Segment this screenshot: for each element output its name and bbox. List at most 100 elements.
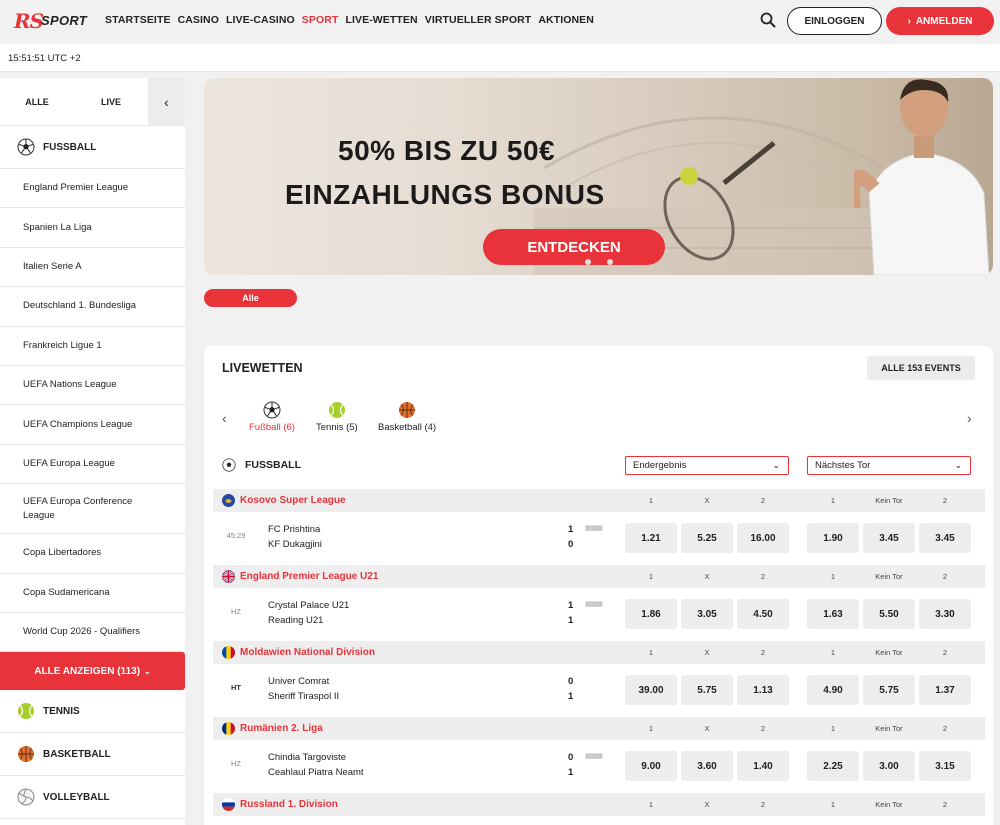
chevron-right-icon: › xyxy=(907,15,911,27)
odds-button[interactable]: 4.50 xyxy=(737,599,789,629)
sidebar-league[interactable]: UEFA Nations League xyxy=(0,366,185,406)
home-team: Chindia Targoviste xyxy=(268,752,346,763)
show-all-button[interactable]: ALLE ANZEIGEN (113) ⌄ xyxy=(0,652,185,691)
sidebar-league[interactable]: Italien Serie A xyxy=(0,248,185,288)
register-button[interactable]: › ANMELDEN xyxy=(886,7,994,35)
nav-casino[interactable]: CASINO xyxy=(178,14,219,26)
login-button[interactable]: EINLOGGEN xyxy=(787,7,882,35)
sport-tab-tennis[interactable]: Tennis (5) xyxy=(316,401,358,433)
stats-icon[interactable]: ▦▦▦ xyxy=(585,600,603,608)
match-row[interactable]: 45:29 FC Prishtina KF Dukagjini 1 0 ▦▦▦ 1.… xyxy=(213,513,985,563)
logo[interactable]: RS SPORT xyxy=(14,9,87,33)
away-team: Sheriff Tiraspol II xyxy=(268,691,340,702)
search-icon[interactable] xyxy=(760,12,776,28)
odds-button[interactable]: 3.60 xyxy=(681,751,733,781)
nav-startseite[interactable]: STARTSEITE xyxy=(105,14,171,26)
odds-button[interactable]: 39.00 xyxy=(625,675,677,705)
collapse-sidebar-button[interactable]: ‹ xyxy=(148,78,185,125)
match-row[interactable]: HZ Crystal Palace U21 Reading U21 1 1 ▦▦▦… xyxy=(213,589,985,639)
sidebar-league[interactable]: World Cup 2026 - Qualifiers xyxy=(0,613,185,653)
banner-headline: 50% BIS ZU 50€ xyxy=(338,135,556,166)
match-time: 45:29 xyxy=(226,531,246,540)
nav-aktionen[interactable]: AKTIONEN xyxy=(538,14,594,26)
odds-button[interactable]: 5.25 xyxy=(681,523,733,553)
tennis-icon xyxy=(328,402,345,418)
uk-flag xyxy=(222,570,235,583)
odds-column-header: Kein Tor xyxy=(875,648,903,657)
stats-icon[interactable]: ▦▦▦ xyxy=(585,752,603,760)
odds-button[interactable]: 5.50 xyxy=(863,599,915,629)
sport-tab-basketball[interactable]: Basketball (4) xyxy=(378,401,436,433)
odds-button[interactable]: 3.45 xyxy=(863,523,915,553)
discover-button[interactable]: ENTDECKEN xyxy=(483,229,665,265)
odds-button[interactable]: 1.37 xyxy=(919,675,971,705)
chevron-left-icon[interactable]: ‹ xyxy=(222,410,227,426)
odds-button[interactable]: 3.00 xyxy=(863,751,915,781)
tab-live[interactable]: LIVE xyxy=(74,78,148,125)
home-score: 1 xyxy=(568,524,574,535)
league-header[interactable]: Rumänien 2. Liga 1 X 2 1 Kein Tor 2 xyxy=(213,717,985,740)
show-all-label: ALLE ANZEIGEN (113) xyxy=(34,665,141,677)
sport-tab-label: Basketball (4) xyxy=(378,422,437,433)
odds-button[interactable]: 3.15 xyxy=(919,751,971,781)
league-header[interactable]: Moldawien National Division 1 X 2 1 Kein Tor 2 xyxy=(213,641,985,664)
nav-live-casino[interactable]: LIVE-CASINO xyxy=(226,14,295,26)
odds-button[interactable]: 2.25 xyxy=(807,751,859,781)
home-score: 1 xyxy=(568,600,574,611)
sidebar-league[interactable]: Spanien La Liga xyxy=(0,208,185,248)
odds-button[interactable]: 1.21 xyxy=(625,523,677,553)
match-row[interactable]: HT Univer Comrat Sheriff Tiraspol II 0 1… xyxy=(213,665,985,715)
nav-virtueller-sport[interactable]: VIRTUELLER SPORT xyxy=(425,14,532,26)
sidebar-league[interactable]: UEFA Champions League xyxy=(0,405,185,445)
odds-button[interactable]: 3.30 xyxy=(919,599,971,629)
odds-button[interactable]: 16.00 xyxy=(737,523,789,553)
league-header[interactable]: England Premier League U21 1 X 2 1 Kein Tor 2 xyxy=(213,565,985,588)
sport-tab-football[interactable]: Fußball (6) xyxy=(249,401,295,433)
odds-button[interactable]: 5.75 xyxy=(863,675,915,705)
sidebar-league[interactable]: Frankreich Ligue 1 xyxy=(0,327,185,366)
tab-all[interactable]: ALLE xyxy=(0,78,74,125)
sidebar-league[interactable]: Copa Sudamericana xyxy=(0,574,185,613)
odds-button[interactable]: 3.05 xyxy=(681,599,733,629)
odds-column-header: 2 xyxy=(942,572,948,581)
match-row[interactable]: HZ Chindia Targoviste Ceahlaul Piatra Ne… xyxy=(213,741,985,791)
sidebar-league[interactable]: Deutschland 1. Bundesliga xyxy=(0,287,185,327)
away-team: KF Dukagjini xyxy=(268,539,322,550)
romania-flag xyxy=(222,722,235,735)
league-header[interactable]: Kosovo Super League 1 X 2 1 Kein Tor 2 xyxy=(213,489,985,512)
market-select-result[interactable]: Endergebnis ⌄ xyxy=(625,456,789,475)
odds-button[interactable]: 1.90 xyxy=(807,523,859,553)
chevron-down-icon: ⌄ xyxy=(144,666,151,676)
odds-button[interactable]: 1.13 xyxy=(737,675,789,705)
all-events-button[interactable]: ALLE 153 EVENTS xyxy=(867,356,975,380)
league-header[interactable]: Russland 1. Division 1 X 2 1 Kein Tor 2 xyxy=(213,793,985,816)
nav-live-wetten[interactable]: LIVE-WETTEN xyxy=(345,14,417,26)
odds-button[interactable]: 9.00 xyxy=(625,751,677,781)
filter-all-pill[interactable]: Alle xyxy=(204,289,297,307)
odds-column-header: 2 xyxy=(942,648,948,657)
sidebar-league[interactable]: UEFA Europa Conference League xyxy=(0,484,185,535)
odds-button[interactable]: 1.40 xyxy=(737,751,789,781)
chevron-right-icon[interactable]: › xyxy=(967,410,972,426)
sidebar-item-basketball[interactable]: BASKETBALL xyxy=(0,733,185,777)
sidebar-league[interactable]: UEFA Europa League xyxy=(0,445,185,485)
league-name: Kosovo Super League xyxy=(240,495,346,506)
odds-button[interactable]: 5.75 xyxy=(681,675,733,705)
carousel-dot[interactable] xyxy=(607,259,613,265)
odds-button[interactable]: 1.63 xyxy=(807,599,859,629)
odds-button[interactable]: 3.45 xyxy=(919,523,971,553)
football-icon xyxy=(17,138,35,156)
sidebar-item-tennis[interactable]: TENNIS xyxy=(0,690,185,734)
odds-button[interactable]: 1.86 xyxy=(625,599,677,629)
sidebar-league[interactable]: England Premier League xyxy=(0,169,185,209)
nav-sport[interactable]: SPORT xyxy=(302,14,339,26)
sidebar-item-football[interactable]: FUSSBALL xyxy=(0,126,185,169)
odds-button[interactable]: 4.90 xyxy=(807,675,859,705)
sidebar-league[interactable]: Copa Libertadores xyxy=(0,534,185,574)
stats-icon[interactable]: ▦▦▦ xyxy=(585,524,603,532)
odds-column-header: 1 xyxy=(648,800,654,809)
sidebar-item-volleyball[interactable]: VOLLEYBALL xyxy=(0,776,185,820)
carousel-dot[interactable] xyxy=(585,259,591,265)
odds-column-header: 2 xyxy=(760,724,766,733)
market-select-next-goal[interactable]: Nächstes Tor ⌄ xyxy=(807,456,971,475)
